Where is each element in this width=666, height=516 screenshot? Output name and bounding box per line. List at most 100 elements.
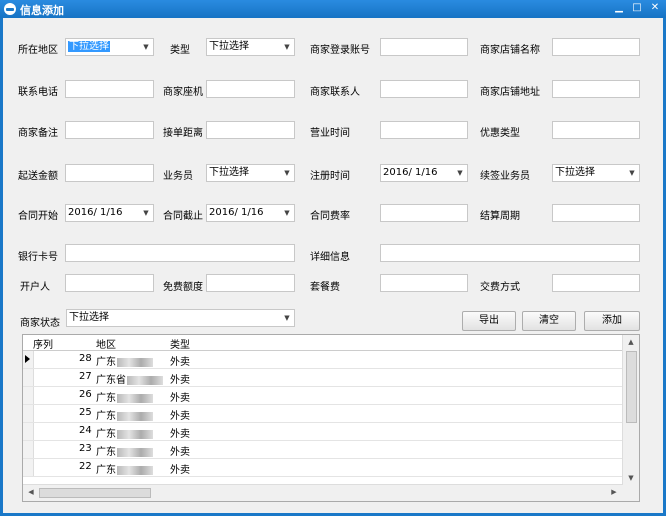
renew-salesman-select[interactable]: 下拉选择 ▼ bbox=[552, 164, 640, 182]
settle-period-input[interactable] bbox=[552, 204, 640, 222]
column-header-type[interactable]: 类型 bbox=[170, 336, 190, 351]
current-row-indicator bbox=[23, 351, 34, 368]
row-seq: 25 bbox=[79, 407, 92, 418]
chevron-down-icon[interactable]: ▼ bbox=[280, 205, 294, 221]
row-region: 广东 bbox=[96, 447, 116, 458]
promo-type-input[interactable] bbox=[552, 121, 640, 139]
table-row[interactable]: 27 广东省 外卖 bbox=[23, 369, 623, 387]
business-hours-input[interactable] bbox=[380, 121, 468, 139]
chevron-down-icon[interactable]: ▼ bbox=[625, 165, 639, 181]
type-value: 下拉选择 bbox=[209, 41, 249, 52]
store-address-input[interactable] bbox=[552, 80, 640, 98]
business-hours-label: 营业时间 bbox=[310, 128, 350, 139]
table-row[interactable]: 26 广东 外卖 bbox=[23, 387, 623, 405]
merchant-status-select[interactable]: 下拉选择 ▼ bbox=[66, 309, 295, 327]
region-select[interactable]: 下拉选择 ▼ bbox=[65, 38, 154, 56]
package-fee-label: 套餐费 bbox=[310, 282, 340, 293]
data-grid[interactable]: 序列 地区 类型 28 广东 外卖 27 广东省 外卖 26 广东 外卖 25 … bbox=[22, 334, 640, 502]
row-header bbox=[23, 423, 34, 440]
scroll-down-icon[interactable]: ▼ bbox=[624, 471, 638, 485]
type-label: 类型 bbox=[170, 45, 190, 56]
contact-label: 商家联系人 bbox=[310, 87, 360, 98]
minimize-icon[interactable]: ▁ bbox=[612, 2, 626, 14]
chevron-down-icon[interactable]: ▼ bbox=[280, 39, 294, 55]
contact-input[interactable] bbox=[380, 80, 468, 98]
free-quota-label: 免费额度 bbox=[163, 282, 203, 293]
title-bar: 信息添加 ▁ □ ✕ bbox=[0, 0, 666, 18]
redacted-text bbox=[117, 411, 153, 421]
remark-input[interactable] bbox=[65, 121, 154, 139]
chevron-down-icon[interactable]: ▼ bbox=[280, 310, 294, 326]
row-seq: 23 bbox=[79, 443, 92, 454]
column-header-seq[interactable]: 序列 bbox=[33, 336, 53, 351]
scroll-left-icon[interactable]: ◀ bbox=[24, 485, 38, 499]
register-time-value: 2016/ 1/16 bbox=[383, 167, 438, 178]
bank-card-input[interactable] bbox=[65, 244, 295, 262]
column-header-region[interactable]: 地区 bbox=[96, 336, 116, 351]
payment-method-input[interactable] bbox=[552, 274, 640, 292]
row-region: 广东 bbox=[96, 429, 116, 440]
merchant-status-value: 下拉选择 bbox=[69, 312, 109, 323]
type-select[interactable]: 下拉选择 ▼ bbox=[206, 38, 295, 56]
clear-button[interactable]: 清空 bbox=[522, 311, 576, 331]
vertical-scroll-thumb[interactable] bbox=[626, 351, 637, 423]
chevron-down-icon[interactable]: ▼ bbox=[280, 165, 294, 181]
chevron-down-icon[interactable]: ▼ bbox=[139, 205, 153, 221]
row-region: 广东 bbox=[96, 393, 116, 404]
salesman-select[interactable]: 下拉选择 ▼ bbox=[206, 164, 295, 182]
scroll-right-icon[interactable]: ▶ bbox=[607, 485, 621, 499]
landline-input[interactable] bbox=[206, 80, 295, 98]
contract-start-value: 2016/ 1/16 bbox=[68, 207, 123, 218]
table-row[interactable]: 28 广东 外卖 bbox=[23, 351, 623, 369]
scrollbar-corner bbox=[623, 485, 639, 501]
package-fee-input[interactable] bbox=[380, 274, 468, 292]
promo-type-label: 优惠类型 bbox=[480, 128, 520, 139]
row-region: 广东省 bbox=[96, 375, 126, 386]
detail-input[interactable] bbox=[380, 244, 640, 262]
row-region: 广东 bbox=[96, 411, 116, 422]
close-icon[interactable]: ✕ bbox=[648, 2, 662, 14]
redacted-text bbox=[127, 375, 163, 385]
contract-rate-input[interactable] bbox=[380, 204, 468, 222]
horizontal-scroll-thumb[interactable] bbox=[39, 488, 151, 498]
row-type: 外卖 bbox=[170, 357, 190, 368]
min-order-label: 起送金额 bbox=[18, 171, 58, 182]
chevron-down-icon[interactable]: ▼ bbox=[453, 165, 467, 181]
export-button[interactable]: 导出 bbox=[462, 311, 516, 331]
contract-start-picker[interactable]: 2016/ 1/16 ▼ bbox=[65, 204, 154, 222]
vertical-scrollbar[interactable]: ▲ ▼ bbox=[622, 335, 639, 485]
grid-header: 序列 地区 类型 bbox=[23, 335, 623, 351]
add-button[interactable]: 添加 bbox=[584, 311, 640, 331]
scroll-up-icon[interactable]: ▲ bbox=[624, 335, 638, 349]
settle-period-label: 结算周期 bbox=[480, 211, 520, 222]
redacted-text bbox=[117, 447, 153, 457]
register-time-picker[interactable]: 2016/ 1/16 ▼ bbox=[380, 164, 468, 182]
maximize-icon[interactable]: □ bbox=[630, 2, 644, 14]
min-order-input[interactable] bbox=[65, 164, 154, 182]
app-icon bbox=[4, 3, 16, 15]
row-header bbox=[23, 405, 34, 422]
horizontal-scrollbar[interactable]: ◀ ▶ bbox=[23, 484, 623, 501]
row-type: 外卖 bbox=[170, 393, 190, 404]
table-row[interactable]: 24 广东 外卖 bbox=[23, 423, 623, 441]
order-distance-input[interactable] bbox=[206, 121, 295, 139]
contract-end-picker[interactable]: 2016/ 1/16 ▼ bbox=[206, 204, 295, 222]
merchant-status-label: 商家状态 bbox=[20, 318, 60, 329]
table-row[interactable]: 22 广东 外卖 bbox=[23, 459, 623, 477]
contract-rate-label: 合同费率 bbox=[310, 211, 350, 222]
phone-input[interactable] bbox=[65, 80, 154, 98]
table-row[interactable]: 23 广东 外卖 bbox=[23, 441, 623, 459]
contract-start-label: 合同开始 bbox=[18, 211, 58, 222]
chevron-down-icon[interactable]: ▼ bbox=[139, 39, 153, 55]
table-row[interactable]: 25 广东 外卖 bbox=[23, 405, 623, 423]
merchant-account-input[interactable] bbox=[380, 38, 468, 56]
free-quota-input[interactable] bbox=[206, 274, 295, 292]
payment-method-label: 交费方式 bbox=[480, 282, 520, 293]
row-header bbox=[23, 459, 34, 476]
row-type: 外卖 bbox=[170, 447, 190, 458]
form-client-area: 所在地区 下拉选择 ▼ 类型 下拉选择 ▼ 商家登录账号 商家店铺名称 联系电话 商… bbox=[3, 18, 663, 513]
row-seq: 28 bbox=[79, 353, 92, 364]
store-name-input[interactable] bbox=[552, 38, 640, 56]
account-holder-input[interactable] bbox=[65, 274, 154, 292]
row-seq: 24 bbox=[79, 425, 92, 436]
